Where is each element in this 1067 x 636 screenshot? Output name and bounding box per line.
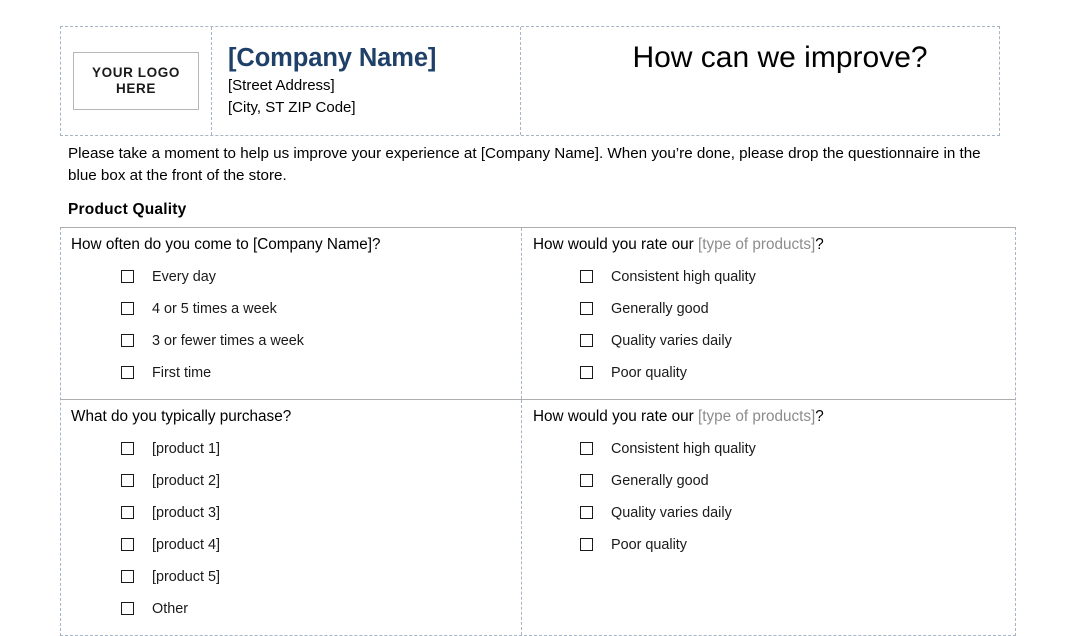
- option-item[interactable]: [product 5]: [71, 561, 521, 593]
- checkbox-icon[interactable]: [121, 570, 134, 584]
- option-label: [product 2]: [152, 472, 220, 489]
- option-item[interactable]: Generally good: [533, 465, 1015, 497]
- option-item[interactable]: Generally good: [533, 293, 1015, 325]
- option-item[interactable]: [product 4]: [71, 529, 521, 561]
- title-cell: How can we improve?: [521, 27, 999, 135]
- question-prompt-placeholder[interactable]: [type of products]: [698, 236, 815, 253]
- option-item[interactable]: Poor quality: [533, 529, 1015, 561]
- option-item[interactable]: Consistent high quality: [533, 433, 1015, 465]
- option-label: Generally good: [611, 472, 709, 489]
- question-prompt-placeholder[interactable]: [type of products]: [698, 408, 815, 425]
- option-label: Poor quality: [611, 536, 687, 553]
- company-name[interactable]: [Company Name]: [228, 44, 436, 73]
- option-label: Other: [152, 600, 188, 617]
- option-item[interactable]: Quality varies daily: [533, 325, 1015, 357]
- page-title: How can we improve?: [632, 41, 928, 74]
- question-cell-typical-purchase: What do you typically purchase? [product…: [61, 399, 522, 635]
- option-list-q2: Consistent high quality Generally good Q…: [533, 261, 1015, 389]
- questions-row-1: How often do you come to [Company Name]?…: [61, 228, 1015, 399]
- checkbox-icon[interactable]: [580, 538, 593, 552]
- checkbox-icon[interactable]: [580, 442, 593, 456]
- option-item[interactable]: [product 3]: [71, 497, 521, 529]
- option-list-q4: Consistent high quality Generally good Q…: [533, 433, 1015, 561]
- question-prompt-prefix: How would you rate our: [533, 236, 698, 253]
- question-prompt: How would you rate our [type of products…: [533, 235, 1015, 255]
- logo-line-1: YOUR LOGO: [92, 65, 180, 81]
- question-prompt: What do you typically purchase?: [71, 407, 292, 425]
- questions-table: How often do you come to [Company Name]?…: [60, 227, 1016, 636]
- option-label: 3 or fewer times a week: [152, 332, 304, 349]
- option-item[interactable]: 4 or 5 times a week: [71, 293, 521, 325]
- checkbox-icon[interactable]: [121, 270, 134, 284]
- checkbox-icon[interactable]: [121, 334, 134, 348]
- question-prompt: How would you rate our [type of products…: [533, 407, 1015, 427]
- option-label: Consistent high quality: [611, 268, 756, 285]
- option-item[interactable]: Every day: [71, 261, 521, 293]
- logo-line-2: HERE: [116, 81, 156, 96]
- checkbox-icon[interactable]: [121, 474, 134, 488]
- option-label: [product 4]: [152, 536, 220, 553]
- checkbox-icon[interactable]: [580, 474, 593, 488]
- checkbox-icon[interactable]: [121, 538, 134, 552]
- question-cell-product-rating-2: How would you rate our [type of products…: [522, 400, 1015, 635]
- option-item[interactable]: Poor quality: [533, 357, 1015, 389]
- question-prompt-suffix: ?: [815, 407, 824, 425]
- option-label: First time: [152, 364, 212, 381]
- checkbox-icon[interactable]: [580, 334, 593, 348]
- checkbox-icon[interactable]: [580, 270, 593, 284]
- option-label: 4 or 5 times a week: [152, 300, 277, 317]
- option-item[interactable]: [product 2]: [71, 465, 521, 497]
- company-street-address[interactable]: [Street Address]: [228, 75, 335, 96]
- option-label: Quality varies daily: [611, 504, 732, 521]
- checkbox-icon[interactable]: [121, 602, 134, 616]
- option-item[interactable]: [product 1]: [71, 433, 521, 465]
- option-list-q3: [product 1] [product 2] [product 3] [pro…: [71, 433, 521, 625]
- questions-row-2: What do you typically purchase? [product…: [61, 398, 1015, 635]
- company-info-cell: [Company Name] [Street Address] [City, S…: [212, 27, 521, 135]
- question-cell-visit-frequency: How often do you come to [Company Name]?…: [61, 228, 522, 399]
- checkbox-icon[interactable]: [121, 442, 134, 456]
- logo-cell: YOUR LOGO HERE: [61, 27, 212, 135]
- option-item[interactable]: Other: [71, 593, 521, 625]
- header-table: YOUR LOGO HERE [Company Name] [Street Ad…: [60, 26, 1000, 136]
- checkbox-icon[interactable]: [580, 506, 593, 520]
- section-heading-product-quality: Product Quality: [68, 201, 187, 218]
- checkbox-icon[interactable]: [121, 506, 134, 520]
- option-label: [product 1]: [152, 440, 220, 457]
- option-label: Generally good: [611, 300, 709, 317]
- option-item[interactable]: Consistent high quality: [533, 261, 1015, 293]
- option-label: Consistent high quality: [611, 440, 756, 457]
- survey-document: YOUR LOGO HERE [Company Name] [Street Ad…: [0, 0, 1067, 636]
- question-prompt: How often do you come to [Company Name]?: [71, 236, 381, 253]
- intro-paragraph: Please take a moment to help us improve …: [68, 145, 981, 184]
- checkbox-icon[interactable]: [121, 366, 134, 380]
- question-prompt-suffix: ?: [815, 236, 824, 253]
- option-item[interactable]: First time: [71, 357, 521, 389]
- question-cell-product-rating-1: How would you rate our [type of products…: [522, 228, 1015, 399]
- option-label: [product 3]: [152, 504, 220, 521]
- question-prompt-prefix: How would you rate our: [533, 407, 698, 425]
- option-list-q1: Every day 4 or 5 times a week 3 or fewer…: [71, 261, 521, 389]
- option-label: [product 5]: [152, 568, 220, 585]
- option-item[interactable]: 3 or fewer times a week: [71, 325, 521, 357]
- option-item[interactable]: Quality varies daily: [533, 497, 1015, 529]
- option-label: Every day: [152, 268, 216, 285]
- company-city-state-zip[interactable]: [City, ST ZIP Code]: [228, 97, 356, 118]
- logo-placeholder[interactable]: YOUR LOGO HERE: [73, 52, 199, 110]
- checkbox-icon[interactable]: [121, 302, 134, 316]
- option-label: Quality varies daily: [611, 332, 732, 349]
- checkbox-icon[interactable]: [580, 302, 593, 316]
- option-label: Poor quality: [611, 364, 687, 381]
- checkbox-icon[interactable]: [580, 366, 593, 380]
